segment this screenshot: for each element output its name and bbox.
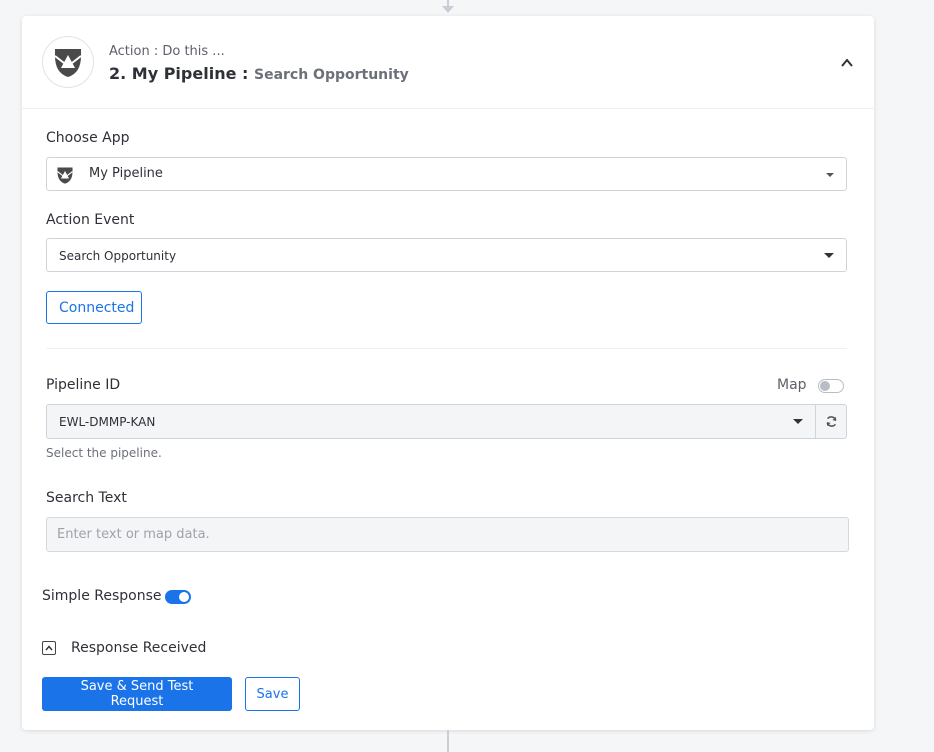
my-pipeline-logo-icon	[54, 49, 82, 77]
toggle-knob	[820, 381, 830, 391]
save-button[interactable]: Save	[245, 677, 300, 711]
search-text-input[interactable]	[46, 517, 849, 552]
response-received-label: Response Received	[71, 640, 207, 656]
choose-app-select[interactable]: My Pipeline	[46, 157, 847, 191]
action-event-select[interactable]: Search Opportunity	[46, 238, 847, 272]
caret-down-icon	[793, 419, 803, 424]
step-event-name: Search Opportunity	[253, 67, 409, 83]
simple-response-label: Simple Response	[42, 588, 162, 604]
pipeline-id-label: Pipeline ID	[46, 377, 121, 393]
response-received-toggle[interactable]	[42, 641, 56, 655]
connected-button[interactable]: Connected	[46, 291, 142, 324]
my-pipeline-logo-icon	[57, 167, 73, 184]
action-event-value: Search Opportunity	[59, 249, 177, 263]
section-divider	[46, 348, 847, 349]
refresh-pipeline-button[interactable]	[815, 404, 847, 439]
map-toggle-label: Map	[777, 377, 807, 393]
search-text-label: Search Text	[46, 490, 127, 506]
map-toggle[interactable]	[818, 379, 844, 393]
caret-down-icon	[824, 253, 834, 258]
chevron-up-icon[interactable]	[840, 56, 854, 70]
step-subtitle: Action : Do this ...	[109, 44, 225, 59]
action-step-card: Action : Do this ... 2. My Pipeline : Se…	[22, 16, 874, 730]
app-logo	[42, 36, 94, 88]
step-title: 2. My Pipeline : Search Opportunity	[109, 64, 409, 83]
step-title-text: 2. My Pipeline :	[109, 64, 249, 83]
action-event-label: Action Event	[46, 212, 135, 228]
refresh-icon	[826, 416, 836, 427]
pipeline-id-value: EWL-DMMP-KAN	[59, 415, 156, 429]
flow-connector-bottom	[447, 730, 449, 752]
choose-app-value: My Pipeline	[89, 166, 163, 181]
choose-app-label: Choose App	[46, 130, 130, 146]
step-header[interactable]: Action : Do this ... 2. My Pipeline : Se…	[22, 16, 874, 109]
pipeline-id-help: Select the pipeline.	[46, 446, 162, 460]
toggle-knob	[179, 592, 189, 602]
save-send-test-button[interactable]: Save & Send Test Request	[42, 677, 232, 711]
simple-response-toggle[interactable]	[165, 590, 191, 604]
pipeline-id-select[interactable]: EWL-DMMP-KAN	[46, 404, 815, 439]
chevron-up-icon	[45, 645, 53, 651]
flow-arrow-icon	[442, 6, 454, 13]
caret-down-icon	[826, 173, 834, 177]
